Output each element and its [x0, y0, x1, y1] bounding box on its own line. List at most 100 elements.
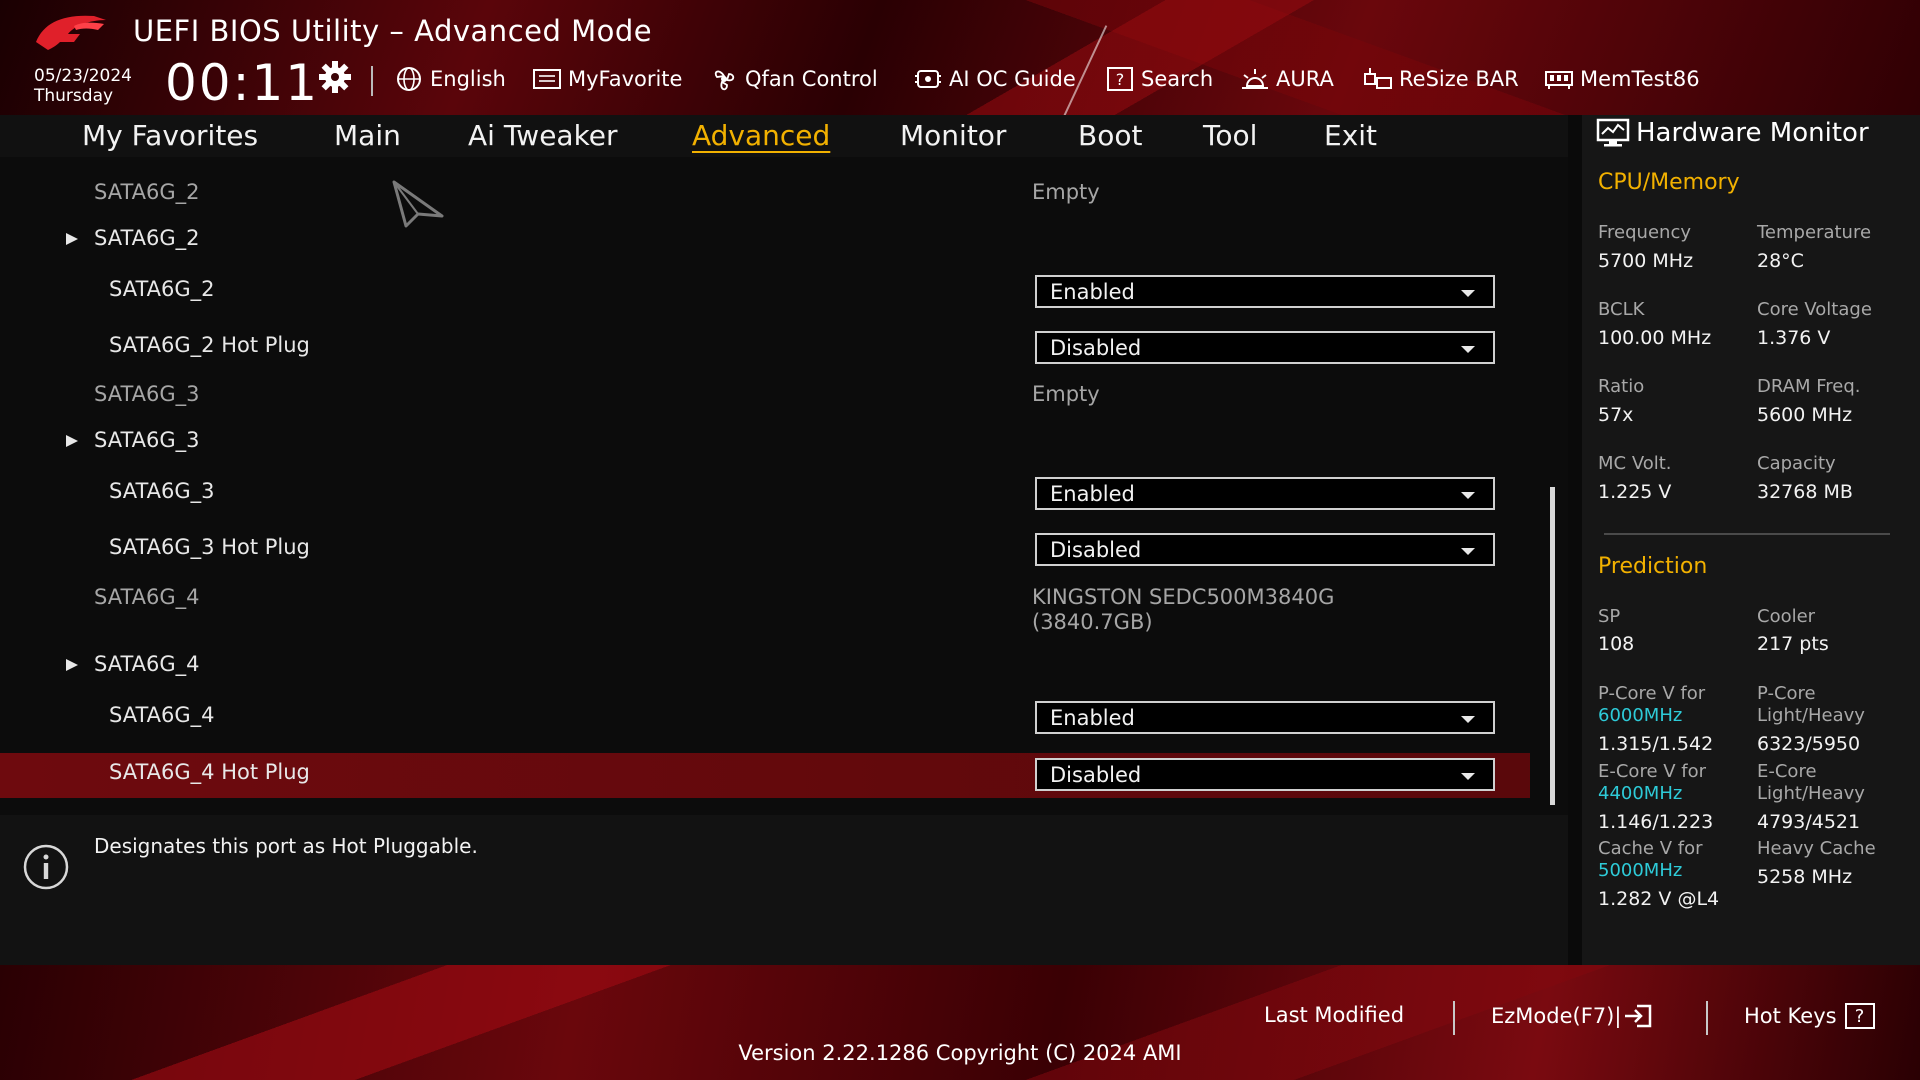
sata4-hotplug-select[interactable]: Disabled — [1035, 758, 1495, 791]
memtest-icon — [1545, 71, 1573, 89]
myfavorite-label: MyFavorite — [568, 67, 683, 91]
sp-label: SP — [1598, 606, 1621, 627]
tab-boot[interactable]: Boot — [1078, 119, 1142, 152]
pcore-v-freq: 6000MHz — [1598, 705, 1683, 726]
language-label: English — [430, 67, 506, 91]
heavy-cache-value: 5258 MHz — [1757, 866, 1853, 888]
footer-separator — [1706, 1001, 1708, 1035]
qfan-control-label: Qfan Control — [745, 67, 878, 91]
hot-keys-label: Hot Keys — [1744, 1004, 1837, 1028]
bclk-label: BCLK — [1598, 299, 1645, 320]
sata2-group-label[interactable]: SATA6G_2 — [66, 226, 200, 250]
ezmode-button[interactable]: EzMode(F7)| — [1491, 1003, 1653, 1029]
heavy-cache-label: Heavy Cache — [1757, 838, 1876, 859]
resize-bar-button[interactable]: ReSize BAR — [1363, 64, 1519, 94]
selected-row[interactable]: SATA6G_4 Hot Plug Disabled — [0, 753, 1530, 798]
dram-freq-label: DRAM Freq. — [1757, 376, 1861, 397]
pcore-lh-label-1: P-Core — [1757, 683, 1816, 704]
svg-text:?: ? — [1116, 70, 1125, 89]
scrollbar[interactable] — [1550, 487, 1555, 805]
sata2-hotplug-select[interactable]: Disabled — [1035, 331, 1495, 364]
info-icon — [23, 844, 69, 890]
prediction-section-title: Prediction — [1598, 554, 1708, 579]
sata2-hotplug-value: Disabled — [1050, 335, 1142, 360]
last-modified-label: Last Modified — [1264, 1003, 1405, 1027]
sata3-hotplug-select[interactable]: Disabled — [1035, 533, 1495, 566]
aura-label: AURA — [1276, 67, 1334, 91]
sata3-port-select[interactable]: Enabled — [1035, 477, 1495, 510]
qfan-control-button[interactable]: Qfan Control — [709, 64, 878, 94]
chevron-down-icon — [1461, 773, 1475, 780]
app-title: UEFI BIOS Utility – Advanced Mode — [133, 14, 653, 48]
search-icon: ? — [1107, 67, 1133, 91]
chevron-down-icon — [1461, 290, 1475, 297]
mc-volt-label: MC Volt. — [1598, 453, 1672, 474]
ecore-lh-label-1: E-Core — [1757, 761, 1817, 782]
myfavorite-button[interactable]: MyFavorite — [532, 64, 682, 94]
language-button[interactable]: English — [394, 64, 506, 94]
sata4-hotplug-value: Disabled — [1050, 762, 1142, 787]
tab-ai-tweaker[interactable]: Ai Tweaker — [468, 119, 618, 152]
exit-arrow-icon — [1625, 1004, 1652, 1028]
sata3-port-label: SATA6G_3 — [109, 479, 215, 503]
sata4-group-label[interactable]: SATA6G_4 — [66, 652, 200, 676]
day-text: Thursday — [34, 86, 114, 106]
sata3-port-value: Enabled — [1050, 481, 1135, 506]
pcore-v-value: 1.315/1.542 — [1598, 733, 1714, 755]
aura-icon — [1242, 69, 1268, 89]
tab-monitor[interactable]: Monitor — [900, 119, 1006, 152]
clock-time: 00:11 — [165, 54, 320, 112]
sata4-port-label: SATA6G_4 — [109, 703, 215, 727]
tab-main[interactable]: Main — [334, 119, 401, 152]
frequency-label: Frequency — [1598, 222, 1691, 243]
resize-bar-label: ReSize BAR — [1399, 67, 1519, 91]
sata3-hotplug-label: SATA6G_3 Hot Plug — [109, 535, 310, 559]
gear-icon[interactable] — [318, 60, 352, 94]
ecore-v-label: E-Core V for — [1598, 761, 1707, 782]
sata2-info-label: SATA6G_2 — [94, 180, 200, 204]
resize-bar-icon — [1364, 68, 1392, 89]
sp-value: 108 — [1598, 633, 1635, 655]
header-separator — [371, 66, 373, 96]
temperature-value: 28°C — [1757, 250, 1804, 272]
ezmode-label: EzMode(F7)| — [1491, 1004, 1622, 1028]
ai-oc-guide-button[interactable]: AI OC Guide — [913, 64, 1076, 94]
ai-oc-icon — [915, 70, 941, 88]
core-voltage-label: Core Voltage — [1757, 299, 1872, 320]
search-button[interactable]: ? Search — [1105, 64, 1213, 94]
sata2-port-select[interactable]: Enabled — [1035, 275, 1495, 308]
tab-advanced[interactable]: Advanced — [692, 119, 830, 152]
ecore-v-freq: 4400MHz — [1598, 783, 1683, 804]
fan-icon — [714, 70, 735, 91]
aura-button[interactable]: AURA — [1240, 64, 1334, 94]
pcore-lh-value: 6323/5950 — [1757, 733, 1861, 755]
sata2-port-value: Enabled — [1050, 279, 1135, 304]
cache-v-label: Cache V for — [1598, 838, 1703, 859]
sata3-info-label: SATA6G_3 — [94, 382, 200, 406]
tab-tool[interactable]: Tool — [1203, 119, 1257, 152]
pcore-lh-label-2: Light/Heavy — [1757, 705, 1865, 726]
memtest86-button[interactable]: MemTest86 — [1544, 64, 1700, 94]
cooler-label: Cooler — [1757, 606, 1816, 627]
chevron-down-icon — [1461, 716, 1475, 723]
version-text: Version 2.22.1286 Copyright (C) 2024 AMI — [738, 1041, 1182, 1065]
last-modified-button[interactable]: Last Modified — [1264, 1003, 1404, 1027]
hot-keys-button[interactable]: Hot Keys ? — [1744, 1003, 1875, 1029]
sata3-group-label[interactable]: SATA6G_3 — [66, 428, 200, 452]
mouse-pointer-icon — [392, 180, 444, 228]
sata2-hotplug-label: SATA6G_2 Hot Plug — [109, 333, 310, 357]
tab-exit[interactable]: Exit — [1324, 119, 1377, 152]
monitor-icon — [1596, 118, 1630, 147]
tab-my-favorites[interactable]: My Favorites — [82, 119, 258, 152]
capacity-value: 32768 MB — [1757, 481, 1853, 503]
footer-separator — [1453, 1001, 1455, 1035]
hardware-monitor-divider — [1604, 533, 1890, 535]
date-text: 05/23/2024 — [34, 66, 132, 86]
hardware-monitor-header: Hardware Monitor — [1596, 118, 1869, 148]
sata4-port-select[interactable]: Enabled — [1035, 701, 1495, 734]
cache-v-value: 1.282 V @L4 — [1598, 888, 1720, 910]
help-key-icon: ? — [1844, 1003, 1875, 1029]
favorite-icon — [533, 69, 561, 89]
capacity-label: Capacity — [1757, 453, 1836, 474]
dram-freq-value: 5600 MHz — [1757, 404, 1853, 426]
